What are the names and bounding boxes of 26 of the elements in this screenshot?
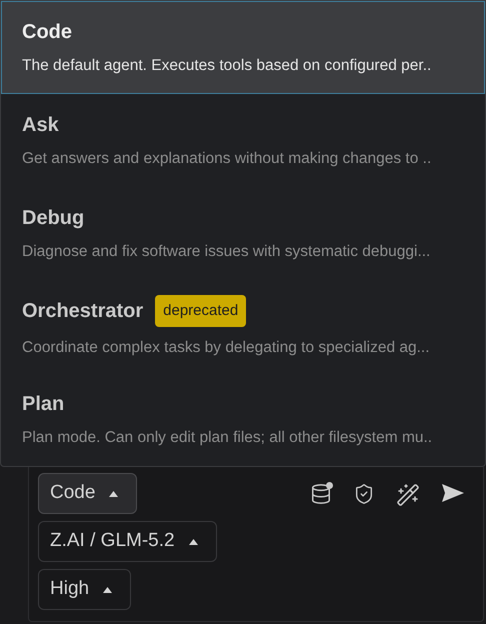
mode-description: The default agent. Executes tools based on configured per.. [22,56,432,76]
mode-name: Ask [22,112,59,138]
caret-icon [188,538,198,544]
mode-description: Get answers and explanations without making changes to .. [22,148,432,168]
mode-name: Plan [22,392,64,416]
send-icon[interactable] [441,483,465,503]
mode-option[interactable]: Ask Get answers and explanations without making changes to .. [1,94,485,187]
mode-option[interactable]: Orchestrator deprecated Coordinate complex tasks by delegating to specialized ag... [1,280,485,373]
mode-name: Orchestrator [22,298,144,324]
mode-description: Plan mode. Can only edit plan files; all other filesystem mu.. [22,428,434,448]
mode-name: Code [22,20,72,44]
shield-check-icon[interactable] [353,483,375,505]
mode-description: Diagnose and fix software issues with systematic debuggi... [22,242,432,262]
effort-selector[interactable]: High [38,569,132,610]
deprecated-badge: deprecated [155,294,246,326]
caret-icon [103,586,112,592]
mode-selector[interactable]: Code [38,473,138,514]
database-icon[interactable] [310,483,332,505]
magic-wand-icon[interactable] [396,483,420,507]
mode-name: Debug [22,206,84,230]
model-selector[interactable]: Z.AI / GLM-5.2 [38,521,217,562]
mode-option[interactable]: Debug Diagnose and fix software issues with systematic debuggi... [1,187,485,280]
mode-option[interactable]: Code The default agent. Executes tools based on configured per.. [1,1,485,94]
mode-option[interactable]: Plan Plan mode. Can only edit plan files; all other filesystem mu.. [1,373,485,466]
mode-description: Coordinate complex tasks by delegating to specialized ag... [22,338,431,358]
caret-icon [109,490,118,496]
